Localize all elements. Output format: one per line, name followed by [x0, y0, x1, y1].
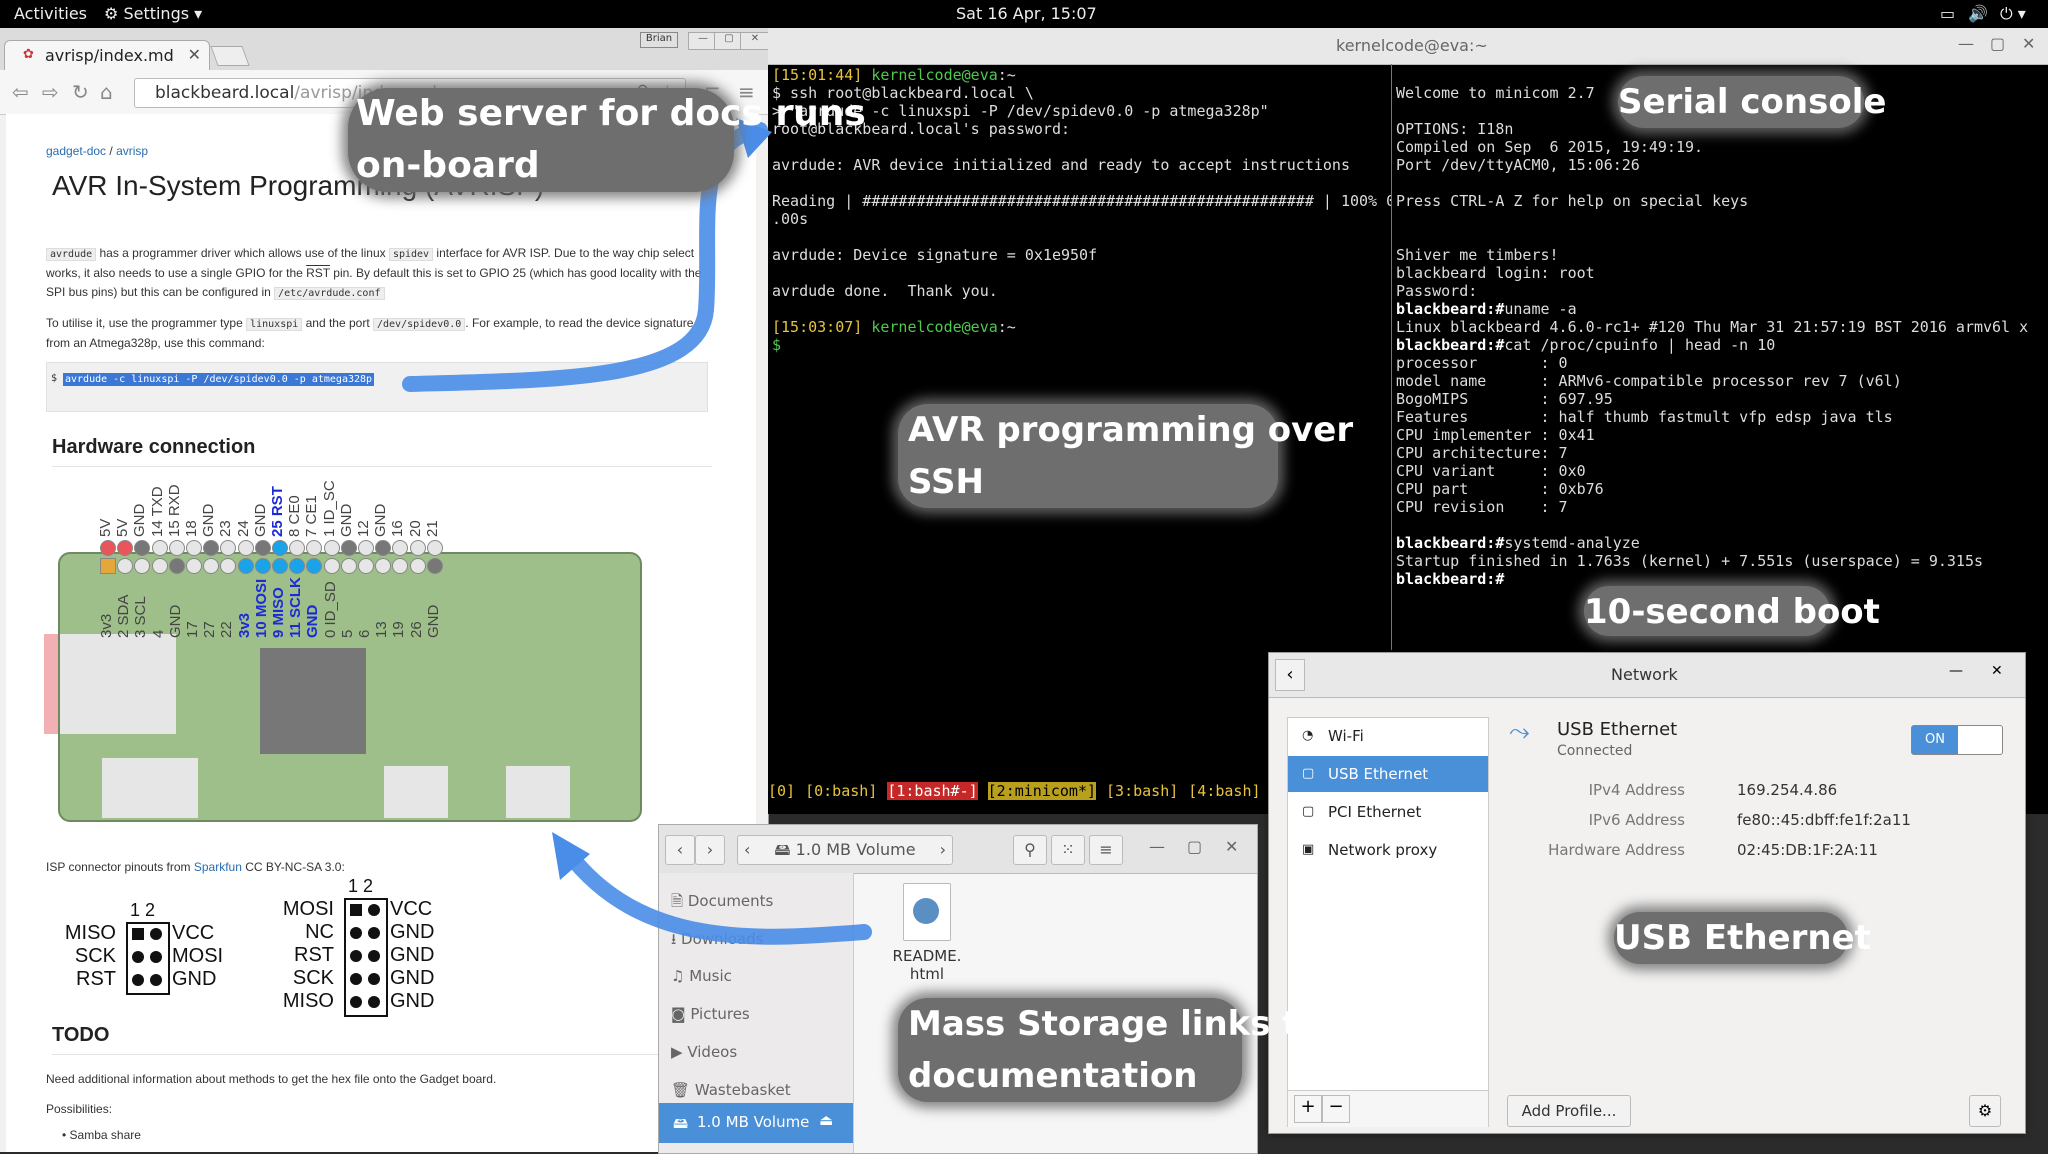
arrow-to-docs — [558, 842, 872, 945]
callout-avr-ssh: AVR programming over SSH — [898, 404, 1354, 508]
callout-usb-ethernet: USB Ethernet — [1614, 912, 1871, 964]
callout-line: documentation — [908, 1056, 1198, 1096]
callout-line: Mass Storage links to — [908, 1004, 1322, 1044]
callout-line: SSH — [908, 462, 984, 502]
callout-serial-console: Serial console — [1618, 76, 1886, 128]
callout-line: AVR programming over — [908, 410, 1354, 450]
annotation-arrows — [402, 118, 872, 945]
callout-line: Web server for docs runs — [356, 93, 866, 134]
callout-line: on-board — [356, 145, 540, 186]
callout-boot-time: 10-second boot — [1584, 586, 1880, 636]
callout-web-server: Web server for docs runs on-board — [348, 88, 866, 192]
callout-mass-storage: Mass Storage links to documentation — [898, 998, 1322, 1102]
